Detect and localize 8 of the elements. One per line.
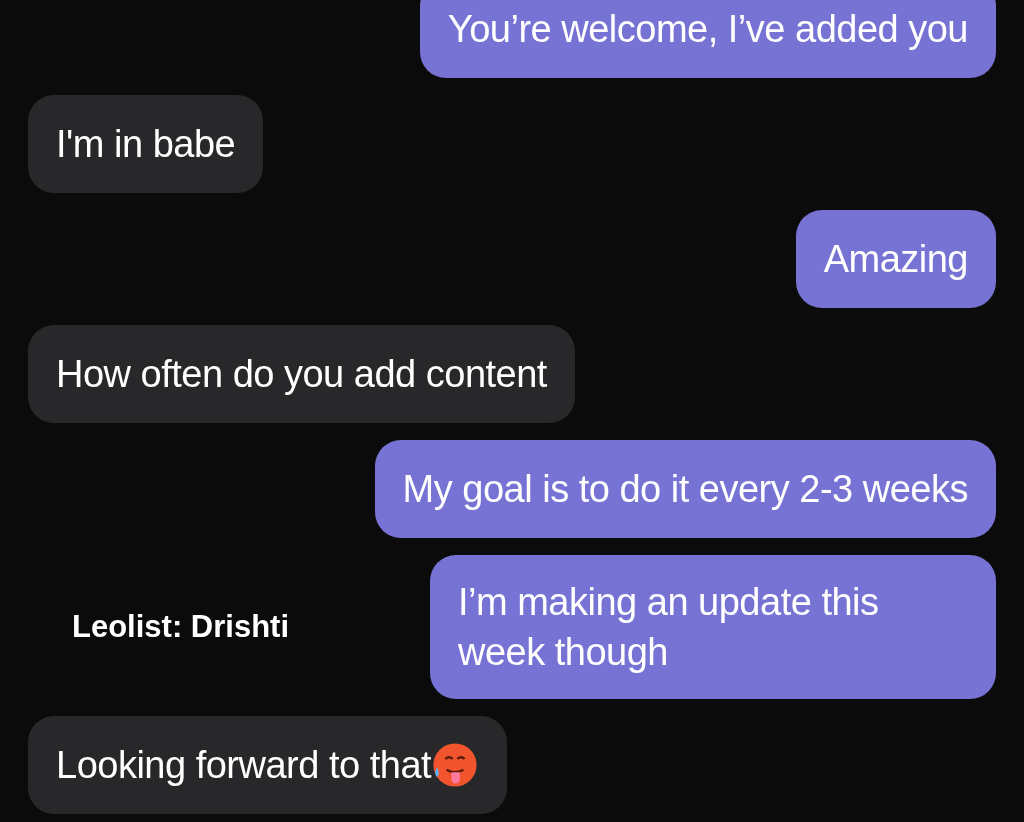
caption: Leolist: Drishti	[71, 607, 289, 646]
message-bubble: How often do you add content	[28, 325, 575, 423]
message-bubble: I'm in babe	[28, 95, 264, 193]
message-bubble: You’re welcome, I’ve added you	[419, 0, 996, 78]
message-bubble: My goal is to do it every 2-3 weeks	[374, 440, 996, 538]
message-bubble: I’m making an update this week though	[430, 555, 996, 699]
message-bubble: Looking forward to that	[28, 716, 508, 814]
message-bubble: Amazing	[795, 210, 996, 308]
